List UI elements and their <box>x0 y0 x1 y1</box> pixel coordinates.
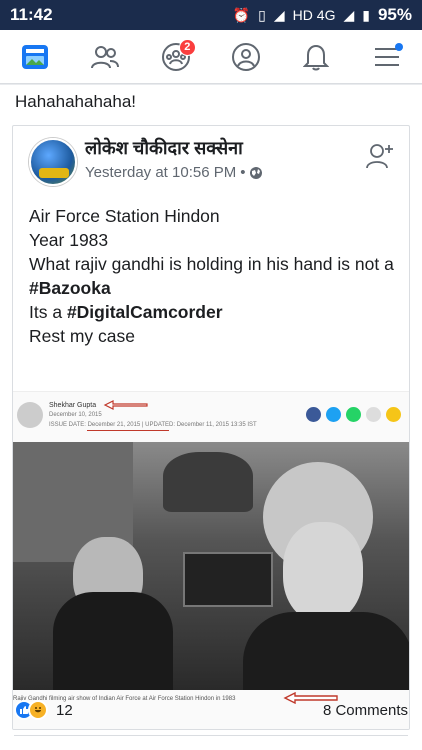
news-feed-icon[interactable] <box>15 37 55 77</box>
twitter-icon <box>326 407 341 422</box>
status-bar: 11:42 ⏰ ▯ ◢ HD 4G ◢ ▮ 95% <box>0 0 422 30</box>
shared-body: Air Force Station Hindon Year 1983 What … <box>29 204 399 348</box>
body-line-2: Year 1983 <box>29 230 109 250</box>
vibrate-icon: ▯ <box>258 6 266 23</box>
body-line-3-text: What rajiv gandhi is holding in his hand… <box>29 254 394 274</box>
whatsapp-icon <box>346 407 361 422</box>
separator-dot: • <box>240 164 246 181</box>
red-underline <box>87 430 169 431</box>
body-line-5: Rest my case <box>29 326 135 346</box>
menu-icon[interactable] <box>367 37 407 77</box>
camcorder <box>183 552 273 607</box>
notifications-bell-icon[interactable] <box>296 37 336 77</box>
bookmark-icon <box>366 407 381 422</box>
reactions[interactable]: 12 <box>14 700 73 720</box>
comments-count[interactable]: 8 Comments <box>323 702 408 719</box>
facebook-icon <box>306 407 321 422</box>
clock: 11:42 <box>10 5 53 24</box>
battery-level: 95% <box>377 5 412 24</box>
groups-icon[interactable]: 2 <box>156 37 196 77</box>
profile-icon[interactable] <box>226 37 266 77</box>
body-line-4-text: Its a <box>29 302 67 322</box>
menu-dot <box>394 42 403 51</box>
alarm-icon: ⏰ <box>232 6 251 23</box>
post-footer: 12 8 Comments <box>0 685 422 735</box>
article-header: Shekhar Gupta December 10, 2015 ISSUE DA… <box>13 392 409 440</box>
network-label: HD 4G <box>292 7 336 23</box>
red-arrow-icon <box>103 400 148 410</box>
reaction-count: 12 <box>56 701 73 719</box>
body-line-1: Air Force Station Hindon <box>29 206 220 226</box>
footer-divider <box>14 735 408 736</box>
add-friend-icon[interactable] <box>365 142 395 175</box>
author-avatar[interactable] <box>29 138 77 186</box>
hashtag-digitalcamcorder[interactable]: #DigitalCamcorder <box>67 302 223 322</box>
comment-icon <box>386 407 401 422</box>
signal2-icon: ◢ <box>343 6 355 23</box>
author-name[interactable]: लोकेश चौकीदार सक्सेना <box>85 136 243 160</box>
post-timestamp[interactable]: Yesterday at 10:56 PM <box>85 164 236 181</box>
post: Hahahahahaha! लोकेश चौकीदार सक्सेना Yest… <box>0 85 422 750</box>
article-author: Shekhar Gupta <box>49 402 97 409</box>
battery-icon: ▮ <box>362 6 370 23</box>
post-meta: Yesterday at 10:56 PM • <box>85 164 263 181</box>
shared-post[interactable]: लोकेश चौकीदार सक्सेना Yesterday at 10:56… <box>12 125 410 730</box>
hashtag-bazooka[interactable]: #Bazooka <box>29 278 111 298</box>
article-issue-date: ISSUE DATE: December 21, 2015 | UPDATED:… <box>49 422 257 428</box>
haha-reaction-icon <box>28 700 48 720</box>
groups-badge: 2 <box>178 38 196 56</box>
signal-icon: ◢ <box>273 6 285 23</box>
status-icons: ⏰ ▯ ◢ HD 4G ◢ ▮ 95% <box>233 5 412 25</box>
article-share-icons <box>306 407 401 422</box>
top-nav: 2 <box>0 30 422 84</box>
camcorder-photo <box>13 442 409 690</box>
friends-icon[interactable] <box>85 37 125 77</box>
body-line-4: Its a #DigitalCamcorder <box>29 300 399 324</box>
article-date: December 10, 2015 <box>49 412 102 418</box>
post-text: Hahahahahaha! <box>15 92 137 111</box>
body-line-3: What rajiv gandhi is holding in his hand… <box>29 252 399 300</box>
article-image[interactable]: Shekhar Gupta December 10, 2015 ISSUE DA… <box>13 391 409 729</box>
article-author-avatar <box>17 402 43 428</box>
globe-icon <box>250 166 263 179</box>
